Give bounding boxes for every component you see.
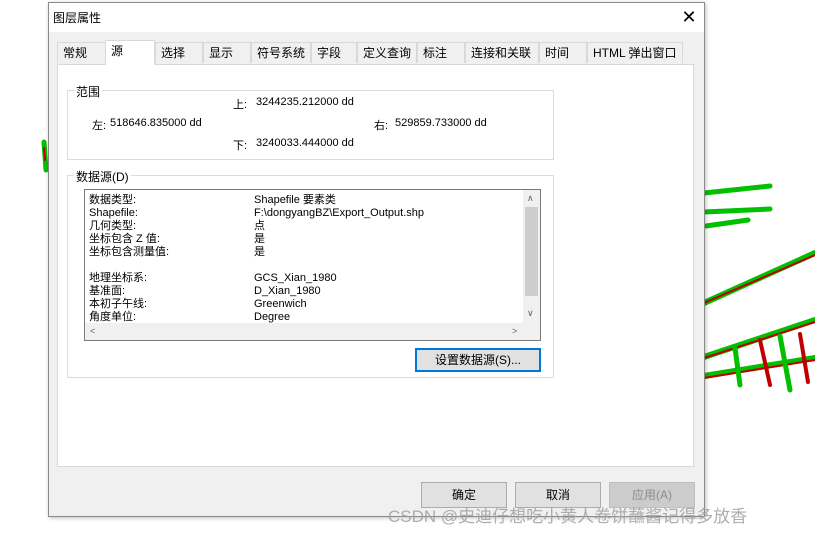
extent-left-value: 518646.835000 dd	[110, 117, 202, 129]
list-item: 本初子午线: Greenwich	[89, 298, 307, 310]
scroll-left-icon[interactable]: <	[90, 326, 95, 336]
extent-label: 范围	[74, 83, 103, 100]
extent-top-label: 上:	[233, 99, 248, 111]
scrollbar-corner	[523, 323, 540, 340]
set-data-source-button[interactable]: 设置数据源(S)...	[415, 348, 541, 372]
tab-source[interactable]: 源	[105, 40, 155, 65]
scroll-up-icon[interactable]: ∧	[527, 193, 534, 204]
tab-time[interactable]: 时间	[539, 42, 587, 63]
title-bar[interactable]: 图层属性 ✕	[49, 3, 704, 32]
tab-symbology[interactable]: 符号系统	[251, 42, 311, 63]
extent-right-label: 右:	[374, 120, 389, 132]
tab-html-popup[interactable]: HTML 弹出窗口	[587, 42, 683, 63]
extent-left-label: 左:	[92, 120, 107, 132]
tab-general[interactable]: 常规	[57, 42, 107, 63]
tab-strip: 常规 源 选择 显示 符号系统 字段 定义查询 标注 连接和关联 时间 HTML…	[57, 40, 697, 65]
tab-selection[interactable]: 选择	[155, 42, 203, 63]
extent-right-value: 529859.733000 dd	[395, 117, 487, 129]
tab-labels[interactable]: 标注	[417, 42, 465, 63]
window-title: 图层属性	[53, 11, 102, 25]
extent-bottom-label: 下:	[233, 140, 248, 152]
source-panel: 范围 上: 3244235.212000 dd 左: 518646.835000…	[57, 64, 694, 467]
list-item: 几何类型: 点	[89, 220, 265, 232]
layer-properties-dialog: 图层属性 ✕ 常规 源 选择 显示 符号系统 字段 定义查询 标注 连接和关联 …	[48, 2, 705, 517]
datasource-label: 数据源(D)	[74, 168, 131, 185]
extent-group: 范围 上: 3244235.212000 dd 左: 518646.835000…	[67, 83, 554, 160]
datasource-info-list[interactable]: 数据类型: Shapefile 要素类 Shapefile: F:\dongya…	[84, 189, 541, 341]
tab-fields[interactable]: 字段	[311, 42, 357, 63]
vertical-scroll-thumb[interactable]	[525, 207, 538, 296]
tab-display[interactable]: 显示	[203, 42, 251, 63]
list-item: 坐标包含 Z 值: 是	[89, 233, 265, 245]
list-item: 地理坐标系: GCS_Xian_1980	[89, 272, 337, 284]
list-item: 坐标包含测量值: 是	[89, 246, 265, 258]
close-icon[interactable]: ✕	[674, 3, 704, 32]
tab-joins-relates[interactable]: 连接和关联	[465, 42, 539, 63]
tab-definition-query[interactable]: 定义查询	[357, 42, 417, 63]
extent-top-value: 3244235.212000 dd	[256, 96, 354, 108]
extent-bottom-value: 3240033.444000 dd	[256, 137, 354, 149]
watermark-text: CSDN @史迪仔想吃小黄人卷饼蘸酱记得多放香	[388, 507, 748, 526]
scroll-right-icon[interactable]: >	[512, 326, 517, 336]
list-item: 数据类型: Shapefile 要素类	[89, 194, 336, 206]
list-item: 基准面: D_Xian_1980	[89, 285, 321, 297]
horizontal-scrollbar[interactable]: < >	[85, 323, 523, 340]
list-item: Shapefile: F:\dongyangBZ\Export_Output.s…	[89, 207, 424, 219]
vertical-scrollbar[interactable]: ∧ ∨	[523, 190, 540, 324]
scroll-down-icon[interactable]: ∨	[527, 308, 534, 319]
